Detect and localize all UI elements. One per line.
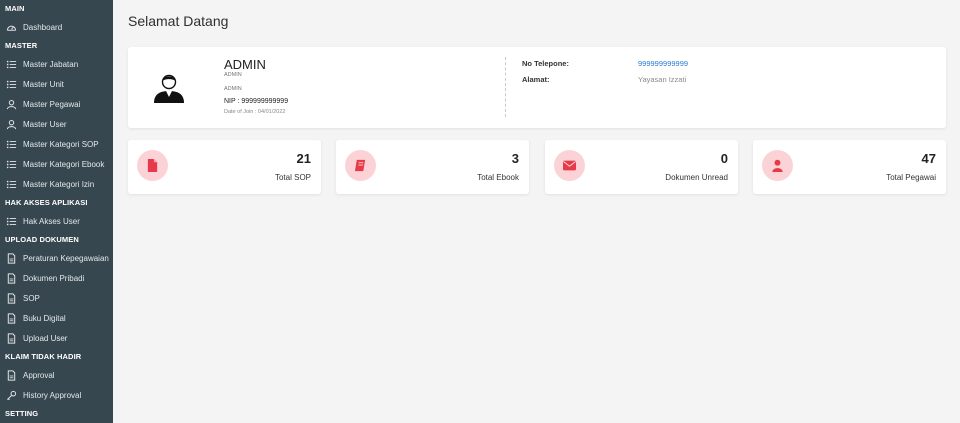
stat-label: Total Ebook [477,173,519,182]
sidebar-item-master-jabatan[interactable]: Master Jabatan [0,54,113,74]
sidebar-item-upload-user[interactable]: Upload User [0,328,113,348]
list-icon [6,59,17,70]
sidebar-item-label: Master User [23,119,67,129]
sidebar-item-label: Master Jabatan [23,59,79,69]
dashboard-icon [6,22,17,33]
user-icon [6,119,17,130]
profile-join-date: Date of Join : 04/01/2022 [224,109,286,115]
page-title: Selamat Datang [128,13,229,29]
section-setting: SETTING [5,409,39,418]
document-icon [6,272,17,284]
sidebar-item-label: SOP [23,293,40,303]
sidebar-item-label: Master Kategori Izin [23,179,95,189]
document-icon [6,312,17,324]
section-klaim-tidak-hadir: KLAIM TIDAK HADIR [5,352,82,361]
sidebar-item-hak-akses-user[interactable]: Hak Akses User [0,211,113,231]
sidebar-item-label: Hak Akses User [23,216,80,226]
address-value: Yayasan Izzati [638,75,687,84]
envelope-icon [554,150,585,181]
sidebar-item-dashboard[interactable]: Dashboard [0,17,113,37]
book-icon [345,150,376,181]
sidebar-item-master-kategori-sop[interactable]: Master Kategori SOP [0,134,113,154]
section-upload-dokumen: UPLOAD DOKUMEN [5,235,79,244]
profile-divider [505,57,506,117]
sidebar-item-label: Master Pegawai [23,99,81,109]
sidebar-item-label: Approval [23,370,55,380]
stat-label: Total Pegawai [886,173,936,182]
list-icon [6,179,17,190]
address-label: Alamat: [522,75,550,84]
section-hak-akses: HAK AKSES APLIKASI [5,198,88,207]
sidebar-item-label: History Approval [23,390,82,400]
key-icon [6,390,17,401]
sidebar-item-label: Dashboard [23,22,63,32]
list-icon [6,139,17,150]
sidebar-item-master-user[interactable]: Master User [0,114,113,134]
stat-card-dokumen-unread[interactable]: 0 Dokumen Unread [545,140,738,194]
phone-label: No Telepone: [522,59,569,68]
sidebar-item-label: Dokumen Pribadi [23,273,85,283]
sidebar-item-peraturan-kepegawaian[interactable]: Peraturan Kepegawaian [0,248,113,268]
list-icon [6,159,17,170]
sidebar-item-master-kategori-izin[interactable]: Master Kategori Izin [0,174,113,194]
section-main: MAIN [5,4,25,13]
profile-role: ADMIN [224,72,242,78]
sidebar-item-approval[interactable]: Approval [0,365,113,385]
section-master: MASTER [5,41,38,50]
sidebar-item-master-kategori-ebook[interactable]: Master Kategori Ebook [0,154,113,174]
stat-label: Total SOP [274,173,311,182]
stat-value: 3 [511,151,519,166]
sidebar-item-sop[interactable]: SOP [0,288,113,308]
profile-name: ADMIN [224,57,266,72]
sidebar-item-dokumen-pribadi[interactable]: Dokumen Pribadi [0,268,113,288]
document-icon [6,369,17,381]
sidebar-item-buku-digital[interactable]: Buku Digital [0,308,113,328]
sidebar-item-label: Master Kategori SOP [23,139,99,149]
list-icon [6,79,17,90]
stat-card-total-pegawai[interactable]: 47 Total Pegawai [753,140,946,194]
avatar [152,73,186,103]
sidebar-item-label: Peraturan Kepegawaian [23,253,109,263]
sidebar-item-label: Buku Digital [23,313,66,323]
stat-value: 21 [296,151,311,166]
sidebar: MAIN Dashboard MASTER Master Jabatan Mas… [0,0,113,423]
stat-value: 0 [720,151,728,166]
profile-role-secondary: ADMIN [224,86,242,92]
profile-nip: NIP : 999999999999 [224,98,289,105]
person-icon [762,150,793,181]
document-icon [6,332,17,344]
stat-label: Dokumen Unread [665,173,728,182]
stat-card-total-ebook[interactable]: 3 Total Ebook [336,140,529,194]
list-icon [6,216,17,227]
user-icon [6,99,17,110]
document-icon [6,252,17,264]
stat-value: 47 [921,151,936,166]
sidebar-item-history-approval[interactable]: History Approval [0,385,113,405]
phone-value[interactable]: 999999999999 [638,59,688,68]
profile-card: ADMIN ADMIN ADMIN NIP : 999999999999 Dat… [128,47,946,128]
sidebar-item-label: Master Unit [23,79,64,89]
file-icon [137,150,168,181]
sidebar-item-master-pegawai[interactable]: Master Pegawai [0,94,113,114]
stat-card-total-sop[interactable]: 21 Total SOP [128,140,321,194]
document-icon [6,292,17,304]
sidebar-item-label: Master Kategori Ebook [23,159,105,169]
main-content: Selamat Datang ADMIN ADMIN ADMIN NIP : 9… [113,0,960,423]
sidebar-item-label: Upload User [23,333,68,343]
sidebar-item-master-unit[interactable]: Master Unit [0,74,113,94]
